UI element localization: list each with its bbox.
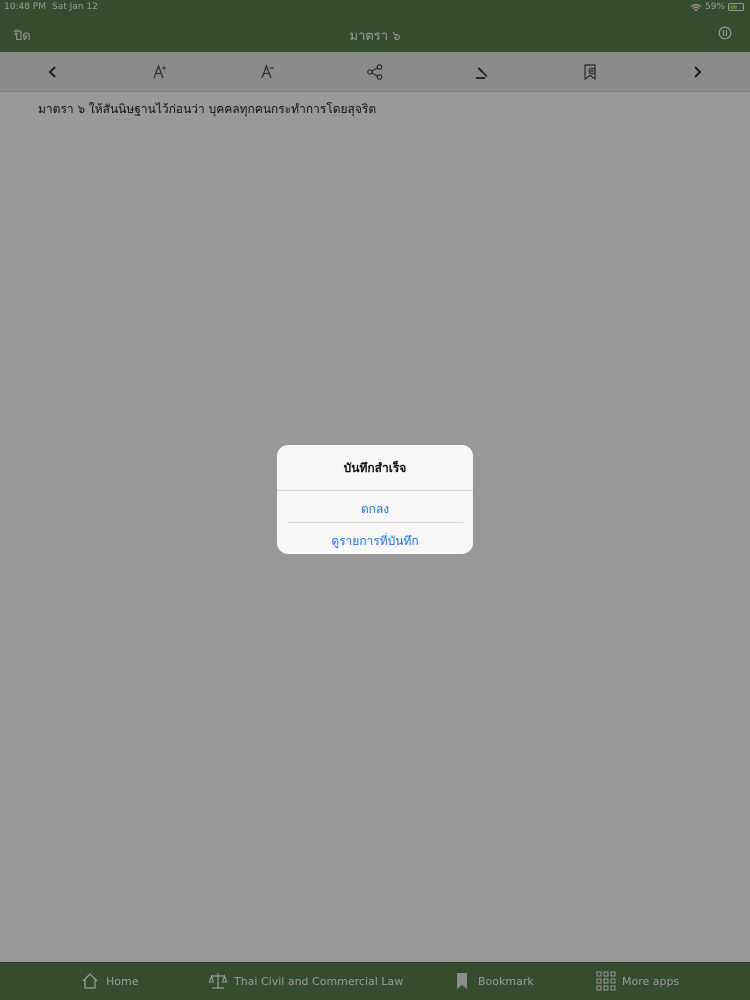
save-success-alert: บันทึกสำเร็จ ตกลง ดูรายการที่บันทึก xyxy=(277,445,473,554)
divider xyxy=(277,490,473,491)
alert-title: บันทึกสำเร็จ xyxy=(343,461,407,475)
ok-button[interactable]: ตกลง xyxy=(277,500,473,519)
divider xyxy=(287,522,463,523)
view-saved-button[interactable]: ดูรายการที่บันทึก xyxy=(277,532,473,551)
